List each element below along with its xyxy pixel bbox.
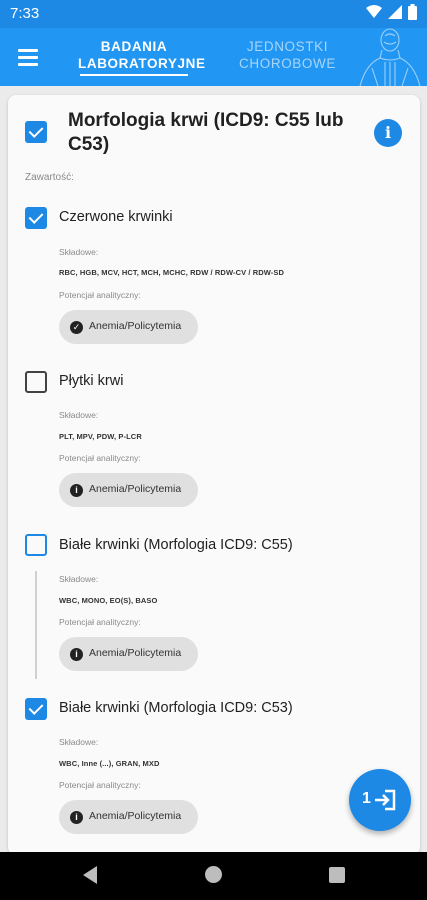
potential-label: Potencjał analityczny: [59, 617, 141, 627]
check-circle-icon: ✓ [70, 321, 83, 334]
info-icon[interactable]: i [374, 119, 402, 147]
components-label: Składowe: [59, 247, 99, 257]
selected-count: 1 [362, 790, 371, 807]
anatomy-figure-icon [359, 28, 421, 86]
wifi-icon [366, 5, 382, 18]
recents-icon[interactable] [329, 867, 345, 883]
section-title: Białe krwinki (Morfologia ICD9: C53) [59, 700, 293, 716]
active-tab-indicator [80, 74, 188, 76]
section-title: Czerwone krwinki [59, 209, 173, 225]
potential-label: Potencjał analityczny: [59, 453, 141, 463]
info-icon: i [70, 811, 83, 824]
potential-chip[interactable]: ✓ Anemia/Policytemia [59, 310, 198, 344]
components-text: WBC, MONO, EO(S), BASO [59, 596, 158, 605]
components-text: PLT, MPV, PDW, P-LCR [59, 432, 142, 441]
section-checkbox-plytki-krwi[interactable] [25, 371, 47, 393]
info-icon: i [70, 484, 83, 497]
card-title: Morfologia krwi (ICD9: C55 lub C53) [68, 110, 344, 155]
status-time: 7:33 [10, 5, 40, 22]
back-icon[interactable] [83, 866, 97, 884]
components-label: Składowe: [59, 410, 99, 420]
section-title: Białe krwinki (Morfologia ICD9: C55) [59, 537, 293, 553]
battery-icon [408, 4, 417, 20]
potential-chip[interactable]: i Anemia/Policytemia [59, 473, 198, 507]
info-icon: i [70, 648, 83, 661]
section-divider-line [35, 571, 37, 679]
potential-label: Potencjał analityczny: [59, 290, 141, 300]
components-text: RBC, HGB, MCV, HCT, MCH, MCHC, RDW / RDW… [59, 268, 285, 277]
components-label: Składowe: [59, 737, 99, 747]
login-arrow-icon [375, 789, 396, 811]
tab-jednostki-chorobowe[interactable]: JEDNOSTKI CHOROBOWE [230, 38, 345, 72]
chip-label: Anemia/Policytemia [89, 647, 182, 659]
card-checkbox[interactable] [25, 121, 47, 143]
chip-label: Anemia/Policytemia [89, 483, 182, 495]
section-checkbox-biale-krwinki-c53[interactable] [25, 698, 47, 720]
components-label: Składowe: [59, 574, 99, 584]
chip-label: Anemia/Policytemia [89, 320, 182, 332]
potential-chip[interactable]: i Anemia/Policytemia [59, 637, 198, 671]
app-bar: BADANIA LABORATORYJNE JEDNOSTKI CHOROBOW… [0, 28, 427, 86]
chip-label: Anemia/Policytemia [89, 810, 182, 822]
tab-badania-laboratoryjne[interactable]: BADANIA LABORATORYJNE [78, 38, 205, 72]
signal-icon [388, 5, 402, 19]
status-bar: 7:33 [0, 0, 427, 28]
section-checkbox-czerwone-krwinki[interactable] [25, 207, 47, 229]
contents-label: Zawartość: [25, 172, 74, 183]
section-checkbox-biale-krwinki-c55[interactable] [25, 534, 47, 556]
potential-chip[interactable]: i Anemia/Policytemia [59, 800, 198, 834]
components-text: WBC, Inne (...), GRAN, MXD [59, 759, 160, 768]
section-title: Płytki krwi [59, 373, 124, 389]
potential-label: Potencjał analityczny: [59, 780, 141, 790]
hamburger-menu-icon[interactable] [12, 40, 48, 74]
home-icon[interactable] [205, 866, 222, 883]
selected-count-fab[interactable]: 1 [349, 769, 411, 831]
test-card: Morfologia krwi (ICD9: C55 lub C53) i Za… [8, 95, 420, 855]
